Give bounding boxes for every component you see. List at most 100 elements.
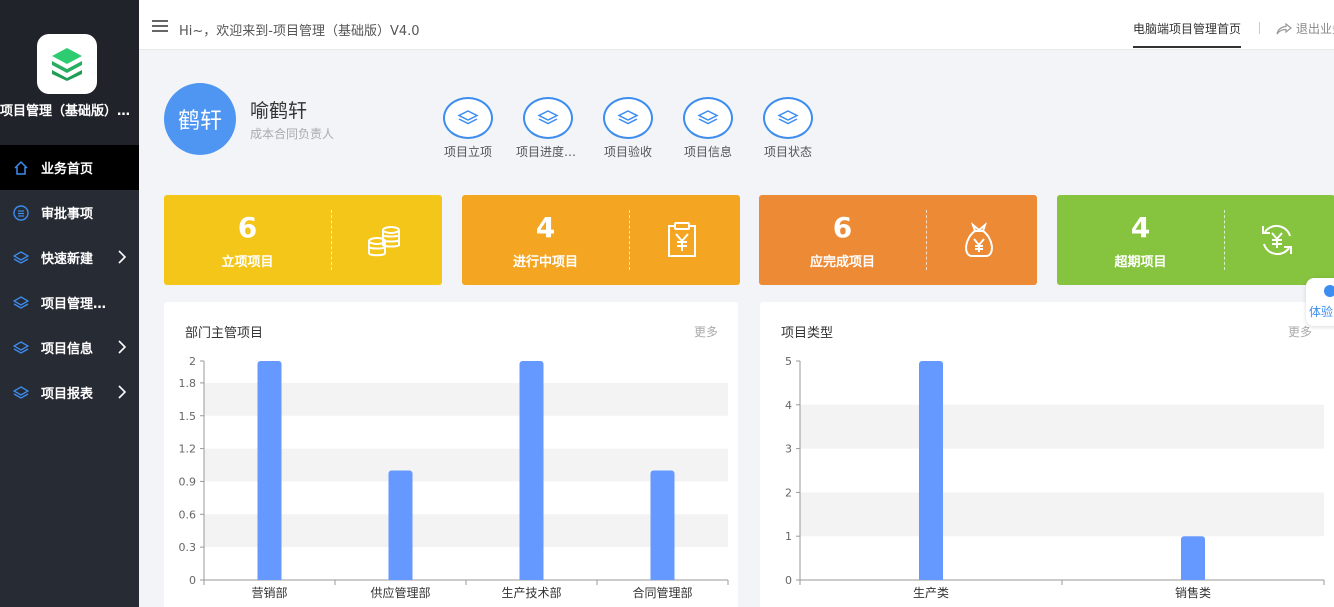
- welcome-text: Hi~，欢迎来到-项目管理（基础版）V4.0: [179, 24, 420, 39]
- y-tick-label: 0: [189, 574, 196, 587]
- stat-card-2[interactable]: 6 应完成项目: [759, 195, 1037, 285]
- project-type-chart: 0 1 2 3 4 5 生产类 销售类: [785, 355, 1325, 600]
- bar-base-1: [1181, 540, 1205, 580]
- topbar-divider: [1259, 22, 1260, 34]
- app-logo-icon[interactable]: [37, 34, 97, 94]
- y-tick-label: 0.9: [179, 475, 197, 488]
- avatar[interactable]: 鹤轩: [164, 83, 236, 155]
- stat-label: 立项项目: [221, 255, 274, 270]
- x-tick-label: 合同管理部: [632, 585, 692, 600]
- stat-divider: [926, 210, 927, 270]
- stat-divider: [331, 210, 332, 270]
- y-tick-label: 3: [785, 443, 792, 456]
- chat-icon: [1324, 285, 1334, 297]
- grid-band: [800, 404, 1324, 449]
- y-tick-label: 0.3: [179, 541, 197, 554]
- stat-label: 超期项目: [1114, 255, 1167, 270]
- quick-link-1[interactable]: 项目进度跟踪: [516, 97, 580, 160]
- user-name: 喻鹤轩: [250, 100, 308, 122]
- hamburger-menu-icon[interactable]: [152, 20, 168, 32]
- department-projects-chart: 0 0.3 0.6 0.9 1.2 1.5 1.8 2 营销部 供应管理部 生产技术部 合同管理部: [179, 355, 729, 600]
- tab-active-indicator: [1133, 46, 1241, 48]
- layers-icon: [603, 97, 653, 139]
- sidebar-item-5[interactable]: 项目报表: [0, 370, 139, 415]
- grid-band: [204, 448, 728, 482]
- stat-card-3[interactable]: 4 超期项目: [1057, 195, 1334, 285]
- y-tick-label: 0.6: [179, 508, 197, 521]
- stat-label: 进行中项目: [512, 255, 578, 270]
- layers-icon: [683, 97, 733, 139]
- quick-link-0[interactable]: 项目立项: [436, 97, 500, 160]
- sidebar-item-0[interactable]: 业务首页: [0, 145, 139, 190]
- quick-link-3[interactable]: 项目信息: [676, 97, 740, 160]
- x-tick-label: 销售类: [1175, 585, 1211, 600]
- grid-band: [800, 492, 1324, 537]
- y-tick-label: 0: [785, 574, 792, 587]
- sidebar-item-label: 业务首页: [41, 162, 94, 177]
- y-tick-label: 1.8: [179, 377, 197, 390]
- clipboard-yen-icon: [662, 220, 702, 260]
- bar-base-1: [388, 474, 413, 580]
- app-name: 项目管理（基础版）V4.0: [0, 104, 139, 119]
- bar-base-3: [650, 474, 675, 580]
- chevron-right-icon: [117, 249, 127, 269]
- layers-icon: [12, 339, 30, 357]
- stat-value: 6: [237, 211, 258, 244]
- quick-link-label: 项目立项: [443, 145, 492, 159]
- layers-icon: [443, 97, 493, 139]
- x-tick-label: 生产技术部: [501, 585, 561, 600]
- sidebar: 项目管理（基础版）V4.0 业务首页审批事项快速新建项目管理流程 项目信息项目报表: [0, 0, 139, 607]
- y-tick-label: 2: [785, 486, 792, 499]
- sidebar-item-label: 审批事项: [41, 207, 94, 222]
- stat-value: 6: [832, 211, 853, 244]
- y-tick-label: 2: [189, 355, 196, 368]
- sidebar-item-2[interactable]: 快速新建: [0, 235, 139, 280]
- x-tick-label: 营销部: [251, 585, 287, 600]
- home-icon: [12, 159, 30, 177]
- coins-icon: [364, 220, 404, 260]
- sidebar-item-4[interactable]: 项目信息: [0, 325, 139, 370]
- quick-link-label: 项目验收: [603, 145, 652, 159]
- bar-base-2: [519, 365, 544, 580]
- experience-float-tab[interactable]: 体验: [1306, 278, 1334, 326]
- stat-divider: [629, 210, 630, 270]
- topbar: Hi~，欢迎来到-项目管理（基础版）V4.0 电脑端项目管理首页 退出业务: [139, 0, 1334, 50]
- grid-band: [204, 514, 728, 548]
- quick-link-label: 项目进度跟踪: [516, 145, 580, 159]
- sidebar-item-3[interactable]: 项目管理流程: [0, 280, 139, 325]
- stat-value: 4: [535, 211, 556, 244]
- layers-icon: [12, 249, 30, 267]
- list-icon: [12, 204, 30, 222]
- sidebar-item-label: 项目报表: [41, 387, 94, 402]
- quick-link-2[interactable]: 项目验收: [596, 97, 660, 160]
- y-tick-label: 1: [785, 530, 792, 543]
- sidebar-item-label: 项目信息: [41, 342, 94, 357]
- bar-base-0: [919, 365, 943, 580]
- layers-icon: [12, 294, 30, 312]
- stat-label: 应完成项目: [809, 255, 875, 270]
- stat-value: 4: [1130, 211, 1151, 244]
- y-tick-label: 1.2: [179, 443, 197, 456]
- logout-label: 退出业务: [1296, 22, 1334, 36]
- sidebar-item-1[interactable]: 审批事项: [0, 190, 139, 235]
- quick-link-label: 项目信息: [683, 145, 732, 159]
- logout-button[interactable]: 退出业务: [1276, 20, 1334, 37]
- bar-base-0: [257, 365, 282, 580]
- grid-band: [204, 382, 728, 416]
- department-projects-panel: 部门主管项目 更多 0 0.3 0.6 0.9 1.2 1.5 1.8 2 营销部 供应管理部 生产…: [164, 302, 738, 607]
- sidebar-item-label: 项目管理流程: [41, 297, 113, 312]
- project-type-panel: 项目类型 更多 0 1 2 3 4 5 生产类 销售类: [760, 302, 1334, 607]
- tab-pc-home[interactable]: 电脑端项目管理首页: [1133, 20, 1241, 37]
- stat-card-1[interactable]: 4 进行中项目: [462, 195, 740, 285]
- y-tick-label: 4: [785, 399, 792, 412]
- quick-link-label: 项目状态: [763, 145, 812, 159]
- stat-divider: [1224, 210, 1225, 270]
- float-tab-label: 体验: [1309, 305, 1334, 319]
- quick-link-4[interactable]: 项目状态: [756, 97, 820, 160]
- stat-card-0[interactable]: 6 立项项目: [164, 195, 442, 285]
- chevron-right-icon: [117, 384, 127, 404]
- layers-icon: [763, 97, 813, 139]
- x-tick-label: 生产类: [913, 586, 949, 600]
- sidebar-brand: 项目管理（基础版）V4.0: [0, 0, 139, 145]
- user-role: 成本合同负责人: [250, 127, 335, 141]
